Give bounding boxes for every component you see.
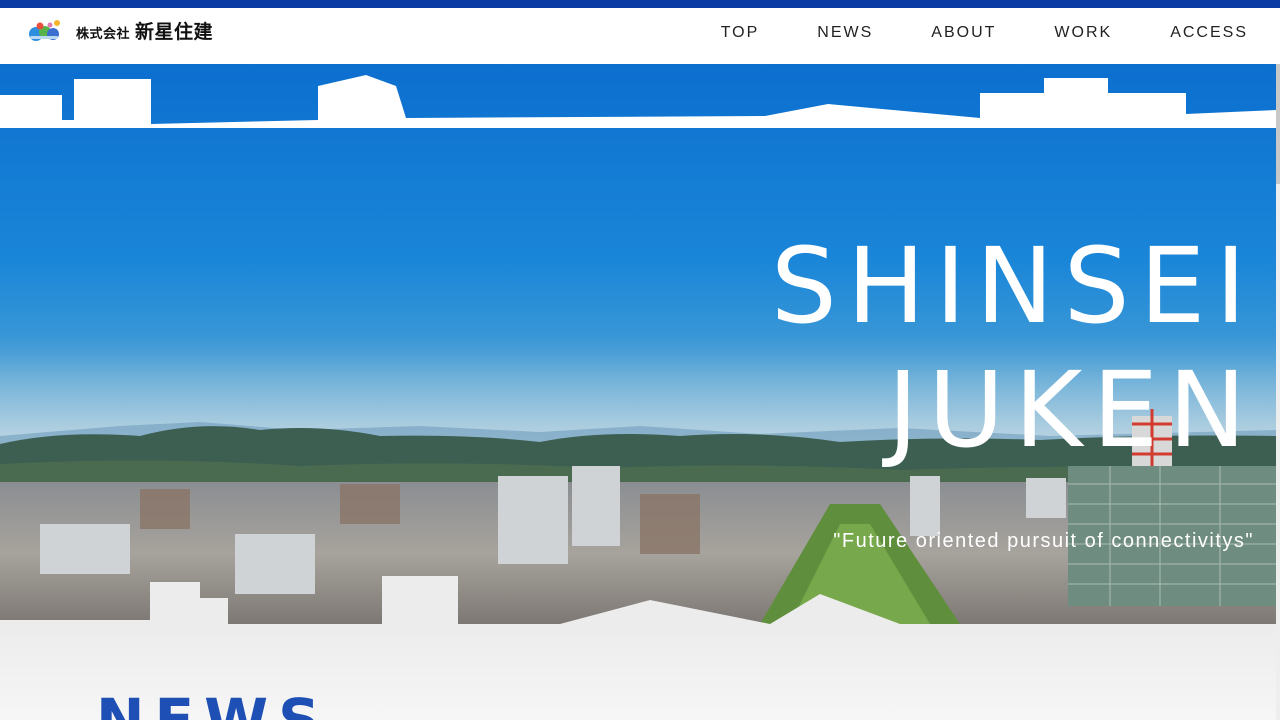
hero-title: SHINSEI JUKEN xyxy=(771,224,1256,472)
news-heading: NEWS xyxy=(96,686,330,720)
hero-title-line-1: SHINSEI xyxy=(770,225,1256,347)
hero-title-line-2: JUKEN xyxy=(887,349,1256,471)
logo-prefix: 株式会社 xyxy=(76,25,131,41)
hero-banner: SHINSEI JUKEN "Future oriented pursuit o… xyxy=(0,64,1276,624)
nav-about[interactable]: ABOUT xyxy=(931,24,996,42)
nav-news[interactable]: NEWS xyxy=(817,24,873,42)
logo-company-name: 新星住建 xyxy=(135,21,214,43)
page-scrollbar-thumb[interactable] xyxy=(1276,64,1280,184)
logo-mark-icon xyxy=(29,20,60,41)
hero-tagline: "Future oriented pursuit of connectivity… xyxy=(833,530,1254,552)
site-logo[interactable]: 株式会社 新星住建 xyxy=(26,16,213,44)
main-nav: TOP NEWS ABOUT WORK ACCESS xyxy=(663,24,1248,42)
nav-work[interactable]: WORK xyxy=(1054,24,1112,42)
logo-wordmark: 株式会社 新星住建 xyxy=(76,17,213,44)
news-section: NEWS xyxy=(0,624,1276,720)
nav-access[interactable]: ACCESS xyxy=(1170,24,1248,42)
nav-top[interactable]: TOP xyxy=(721,24,760,42)
top-accent-stripe xyxy=(0,0,1280,8)
site-header: 株式会社 新星住建 TOP NEWS ABOUT WORK ACCESS xyxy=(0,8,1280,64)
